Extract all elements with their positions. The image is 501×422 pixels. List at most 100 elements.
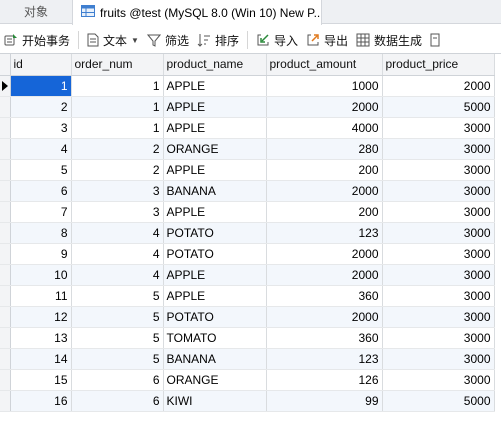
- cell-id[interactable]: 14: [10, 348, 72, 370]
- cell-order-num[interactable]: 3: [71, 180, 164, 202]
- cell-order-num[interactable]: 5: [71, 348, 164, 370]
- cell-id[interactable]: 7: [10, 201, 72, 223]
- cell-product-amount[interactable]: 2000: [266, 243, 383, 265]
- row-indicator[interactable]: [0, 75, 11, 97]
- cell-product-name[interactable]: POTATO: [163, 306, 267, 328]
- cell-product-name[interactable]: APPLE: [163, 201, 267, 223]
- table-row[interactable]: 16 6 KIWI 99 5000: [0, 390, 495, 412]
- row-indicator[interactable]: [0, 390, 11, 412]
- cell-order-num[interactable]: 1: [71, 96, 164, 118]
- cell-product-price[interactable]: 3000: [382, 369, 495, 391]
- cell-product-name[interactable]: ORANGE: [163, 369, 267, 391]
- row-indicator[interactable]: [0, 306, 11, 328]
- row-indicator[interactable]: [0, 348, 11, 370]
- cell-product-amount[interactable]: 360: [266, 285, 383, 307]
- table-row[interactable]: 8 4 POTATO 123 3000: [0, 222, 495, 244]
- cell-id[interactable]: 3: [10, 117, 72, 139]
- cell-order-num[interactable]: 1: [71, 117, 164, 139]
- table-row[interactable]: 9 4 POTATO 2000 3000: [0, 243, 495, 265]
- row-indicator[interactable]: [0, 180, 11, 202]
- cell-product-amount[interactable]: 2000: [266, 96, 383, 118]
- cell-product-price[interactable]: 3000: [382, 159, 495, 181]
- cell-id[interactable]: 10: [10, 264, 72, 286]
- cell-product-amount[interactable]: 360: [266, 327, 383, 349]
- cell-order-num[interactable]: 2: [71, 159, 164, 181]
- table-row[interactable]: 3 1 APPLE 4000 3000: [0, 117, 495, 139]
- import-button[interactable]: 导入: [252, 28, 302, 52]
- cell-order-num[interactable]: 4: [71, 222, 164, 244]
- cell-order-num[interactable]: 4: [71, 264, 164, 286]
- column-header-id[interactable]: id: [10, 54, 72, 76]
- cell-product-amount[interactable]: 99: [266, 390, 383, 412]
- table-row[interactable]: 1 1 APPLE 1000 2000: [0, 75, 495, 97]
- row-indicator[interactable]: [0, 369, 11, 391]
- cell-product-name[interactable]: APPLE: [163, 264, 267, 286]
- cell-order-num[interactable]: 3: [71, 201, 164, 223]
- table-row[interactable]: 4 2 ORANGE 280 3000: [0, 138, 495, 160]
- row-indicator[interactable]: [0, 243, 11, 265]
- cell-product-name[interactable]: APPLE: [163, 159, 267, 181]
- cell-product-amount[interactable]: 123: [266, 348, 383, 370]
- cell-product-name[interactable]: APPLE: [163, 75, 267, 97]
- cell-product-price[interactable]: 5000: [382, 96, 495, 118]
- cell-product-amount[interactable]: 2000: [266, 264, 383, 286]
- row-indicator[interactable]: [0, 96, 11, 118]
- cell-product-price[interactable]: 2000: [382, 75, 495, 97]
- cell-product-price[interactable]: 3000: [382, 327, 495, 349]
- row-indicator[interactable]: [0, 285, 11, 307]
- row-indicator[interactable]: [0, 222, 11, 244]
- row-indicator[interactable]: [0, 117, 11, 139]
- cell-order-num[interactable]: 2: [71, 138, 164, 160]
- cell-order-num[interactable]: 6: [71, 369, 164, 391]
- export-button[interactable]: 导出: [302, 28, 352, 52]
- table-row[interactable]: 13 5 TOMATO 360 3000: [0, 327, 495, 349]
- row-indicator[interactable]: [0, 201, 11, 223]
- cell-product-price[interactable]: 3000: [382, 117, 495, 139]
- cell-product-name[interactable]: APPLE: [163, 117, 267, 139]
- cell-order-num[interactable]: 5: [71, 306, 164, 328]
- column-header-product-name[interactable]: product_name: [163, 54, 267, 76]
- cell-id[interactable]: 12: [10, 306, 72, 328]
- cell-product-amount[interactable]: 200: [266, 201, 383, 223]
- cell-id[interactable]: 16: [10, 390, 72, 412]
- cell-product-amount[interactable]: 123: [266, 222, 383, 244]
- cell-product-price[interactable]: 3000: [382, 222, 495, 244]
- more-button[interactable]: [426, 28, 448, 52]
- cell-id[interactable]: 5: [10, 159, 72, 181]
- tab-fruits-table[interactable]: fruits @test (MySQL 8.0 (Win 10) New P..…: [72, 0, 322, 25]
- cell-product-name[interactable]: BANANA: [163, 348, 267, 370]
- cell-product-name[interactable]: TOMATO: [163, 327, 267, 349]
- cell-id[interactable]: 15: [10, 369, 72, 391]
- cell-product-price[interactable]: 3000: [382, 243, 495, 265]
- cell-product-name[interactable]: APPLE: [163, 285, 267, 307]
- cell-product-price[interactable]: 3000: [382, 348, 495, 370]
- cell-product-name[interactable]: POTATO: [163, 243, 267, 265]
- cell-id[interactable]: 9: [10, 243, 72, 265]
- cell-order-num[interactable]: 6: [71, 390, 164, 412]
- cell-id[interactable]: 1: [10, 75, 72, 97]
- cell-product-amount[interactable]: 4000: [266, 117, 383, 139]
- cell-product-price[interactable]: 3000: [382, 201, 495, 223]
- table-row[interactable]: 12 5 POTATO 2000 3000: [0, 306, 495, 328]
- cell-id[interactable]: 11: [10, 285, 72, 307]
- cell-product-name[interactable]: KIWI: [163, 390, 267, 412]
- table-row[interactable]: 7 3 APPLE 200 3000: [0, 201, 495, 223]
- tab-objects[interactable]: 对象: [0, 0, 72, 24]
- column-header-product-price[interactable]: product_price: [382, 54, 495, 76]
- cell-id[interactable]: 2: [10, 96, 72, 118]
- cell-product-price[interactable]: 3000: [382, 180, 495, 202]
- cell-id[interactable]: 8: [10, 222, 72, 244]
- cell-product-amount[interactable]: 280: [266, 138, 383, 160]
- cell-order-num[interactable]: 5: [71, 327, 164, 349]
- cell-product-amount[interactable]: 126: [266, 369, 383, 391]
- filter-button[interactable]: 筛选: [143, 28, 193, 52]
- cell-product-name[interactable]: ORANGE: [163, 138, 267, 160]
- cell-product-name[interactable]: BANANA: [163, 180, 267, 202]
- cell-product-price[interactable]: 3000: [382, 138, 495, 160]
- begin-transaction-button[interactable]: 开始事务: [0, 28, 74, 52]
- cell-order-num[interactable]: 1: [71, 75, 164, 97]
- cell-product-price[interactable]: 3000: [382, 264, 495, 286]
- row-indicator[interactable]: [0, 327, 11, 349]
- table-row[interactable]: 5 2 APPLE 200 3000: [0, 159, 495, 181]
- cell-product-amount[interactable]: 2000: [266, 306, 383, 328]
